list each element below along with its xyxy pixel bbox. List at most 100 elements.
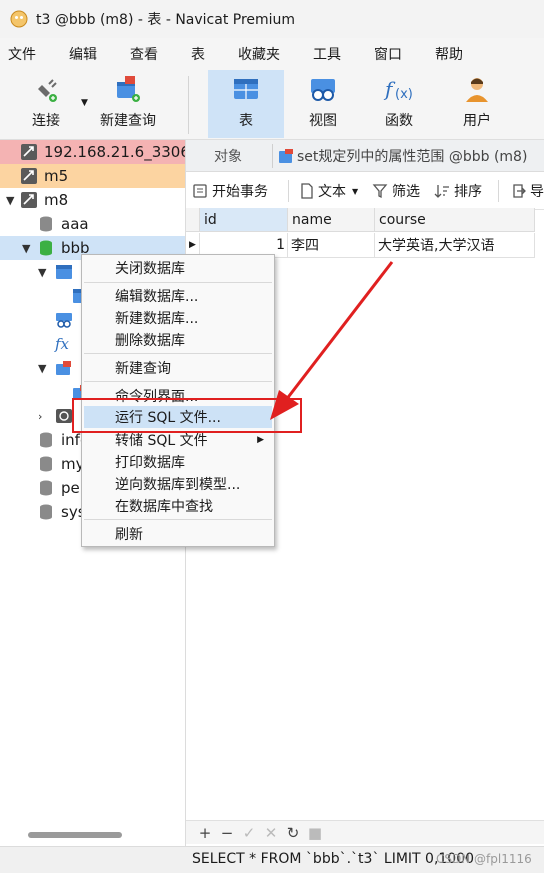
cell-course[interactable]: 大学英语,大学汉语 bbox=[375, 233, 535, 258]
cell-name[interactable]: 李四 bbox=[288, 233, 375, 258]
submenu-arrow-icon: ▶ bbox=[257, 435, 264, 445]
connect-dropdown-icon[interactable]: ▼ bbox=[81, 98, 88, 108]
record-toolbar: + − ✓ ✕ ↻ ■ bbox=[186, 820, 544, 844]
view-button[interactable]: 视图 bbox=[290, 70, 356, 138]
menu-item-edit-database[interactable]: 编辑数据库... bbox=[84, 285, 272, 307]
window-title: t3 @bbb (m8) - 表 - Navicat Premium bbox=[36, 12, 296, 28]
menu-item-close-database[interactable]: 关闭数据库 bbox=[84, 257, 272, 279]
begin-transaction-label: 开始事务 bbox=[212, 184, 268, 200]
tree-label: aaa bbox=[61, 215, 89, 233]
add-record-icon[interactable]: + bbox=[194, 824, 216, 842]
status-sql: SELECT * FROM `bbb`.`t3` LIMIT 0,1000 bbox=[192, 851, 475, 867]
database-icon bbox=[40, 480, 52, 496]
sort-button[interactable]: 排序 bbox=[434, 180, 482, 202]
row-header-corner bbox=[186, 208, 200, 232]
tab-document[interactable]: set规定列中的属性范围 @bbb (m8) bbox=[278, 140, 527, 172]
tab-separator bbox=[272, 144, 273, 168]
text-label: 文本 bbox=[318, 184, 346, 200]
menu-item-delete-database[interactable]: 删除数据库 bbox=[84, 329, 272, 351]
refresh-icon[interactable]: ↻ bbox=[282, 824, 304, 842]
new-query-icon bbox=[117, 76, 140, 102]
database-icon bbox=[40, 240, 52, 256]
chevron-down-icon[interactable]: ▼ bbox=[38, 362, 46, 375]
backup-icon bbox=[56, 409, 72, 423]
tab-label: set规定列中的属性范围 @bbb (m8) bbox=[297, 149, 528, 165]
plug-icon bbox=[37, 79, 57, 102]
query-icon bbox=[56, 361, 71, 375]
tree-label: m8 bbox=[44, 191, 69, 209]
column-header-id[interactable]: id bbox=[200, 208, 288, 232]
connection-icon bbox=[21, 168, 37, 184]
tab-objects[interactable]: 对象 bbox=[214, 140, 242, 172]
connection-icon bbox=[21, 144, 37, 160]
database-icon bbox=[40, 504, 52, 520]
tab-bar: 对象 set规定列中的属性范围 @bbb (m8) bbox=[186, 140, 544, 172]
menu-bar: 文件 编辑 查看 表 收藏夹 工具 窗口 帮助 bbox=[0, 38, 544, 70]
stop-icon[interactable]: ■ bbox=[304, 824, 326, 842]
delete-record-icon[interactable]: − bbox=[216, 824, 238, 842]
menu-tools[interactable]: 工具 bbox=[305, 44, 353, 64]
chevron-down-icon[interactable]: ▼ bbox=[6, 194, 14, 207]
sort-label: 排序 bbox=[454, 184, 482, 200]
user-label: 用户 bbox=[463, 113, 491, 129]
menu-separator bbox=[84, 519, 272, 520]
menu-file[interactable]: 文件 bbox=[0, 44, 48, 64]
column-header-course[interactable]: course bbox=[375, 208, 535, 232]
text-button[interactable]: 文本 ▼ bbox=[300, 180, 358, 202]
menu-edit[interactable]: 编辑 bbox=[61, 44, 109, 64]
menu-item-label: 转储 SQL 文件 bbox=[115, 433, 208, 449]
menu-window[interactable]: 窗口 bbox=[366, 44, 414, 64]
tree-connection-192-168-21-6[interactable]: 192.168.21.6_3306 bbox=[0, 140, 186, 164]
status-bar: SELECT * FROM `bbb`.`t3` LIMIT 0,1000 CS… bbox=[0, 846, 544, 873]
chevron-right-icon[interactable]: › bbox=[38, 410, 42, 423]
filter-icon bbox=[372, 184, 388, 199]
menu-item-print-database[interactable]: 打印数据库 bbox=[84, 451, 272, 473]
transaction-icon bbox=[193, 184, 207, 198]
export-button[interactable]: 导 bbox=[512, 180, 544, 202]
menu-item-refresh[interactable]: 刷新 bbox=[84, 523, 272, 545]
discard-changes-icon[interactable]: ✕ bbox=[260, 824, 282, 842]
view-label: 视图 bbox=[309, 113, 337, 129]
menu-item-find-in-database[interactable]: 在数据库中查找 bbox=[84, 495, 272, 517]
menu-item-new-database[interactable]: 新建数据库... bbox=[84, 307, 272, 329]
menu-separator bbox=[84, 282, 272, 283]
new-query-label: 新建查询 bbox=[100, 113, 156, 129]
filter-button[interactable]: 筛选 bbox=[372, 180, 420, 202]
function-icon: f (x) bbox=[383, 77, 413, 102]
tree-database-aaa[interactable]: aaa bbox=[0, 212, 185, 236]
tree-connection-m5[interactable]: m5 bbox=[0, 164, 185, 188]
table-icon bbox=[234, 79, 258, 99]
tab-label: 对象 bbox=[214, 149, 242, 165]
document-icon bbox=[301, 183, 313, 199]
menu-item-reverse-to-model[interactable]: 逆向数据库到模型... bbox=[84, 473, 272, 495]
tree-label: 192.168.21.6_3306 bbox=[44, 143, 186, 161]
table-icon bbox=[279, 149, 293, 163]
sidebar-scrollbar[interactable] bbox=[28, 832, 122, 838]
apply-changes-icon[interactable]: ✓ bbox=[238, 824, 260, 842]
menu-help[interactable]: 帮助 bbox=[427, 44, 475, 64]
tree-connection-m8[interactable]: ▼ m8 bbox=[0, 188, 185, 212]
new-query-button[interactable]: 新建查询 bbox=[92, 70, 164, 138]
toolbar-separator bbox=[188, 76, 189, 134]
chevron-down-icon[interactable]: ▼ bbox=[38, 266, 46, 279]
filter-label: 筛选 bbox=[392, 184, 420, 200]
menu-view[interactable]: 查看 bbox=[122, 44, 170, 64]
svg-text:(x): (x) bbox=[395, 87, 413, 102]
connect-button[interactable]: 连接 bbox=[14, 70, 78, 138]
view-icon bbox=[311, 79, 335, 101]
chevron-down-icon[interactable]: ▼ bbox=[22, 242, 30, 255]
caret-down-icon: ▼ bbox=[352, 186, 359, 196]
connection-icon bbox=[21, 192, 37, 208]
user-button[interactable]: 用户 bbox=[444, 70, 510, 138]
menu-item-new-query[interactable]: 新建查询 bbox=[84, 357, 272, 379]
export-label: 导 bbox=[530, 184, 544, 200]
annotation-highlight-box bbox=[72, 398, 302, 433]
function-button[interactable]: f (x) 函数 bbox=[366, 70, 432, 138]
column-header-name[interactable]: name bbox=[288, 208, 375, 232]
database-icon bbox=[40, 432, 52, 448]
table-button[interactable]: 表 bbox=[208, 70, 284, 138]
menu-favorites[interactable]: 收藏夹 bbox=[230, 44, 292, 64]
menu-table[interactable]: 表 bbox=[183, 44, 217, 64]
begin-transaction-button[interactable]: 开始事务 bbox=[192, 180, 268, 202]
title-bar: t3 @bbb (m8) - 表 - Navicat Premium bbox=[0, 0, 544, 38]
